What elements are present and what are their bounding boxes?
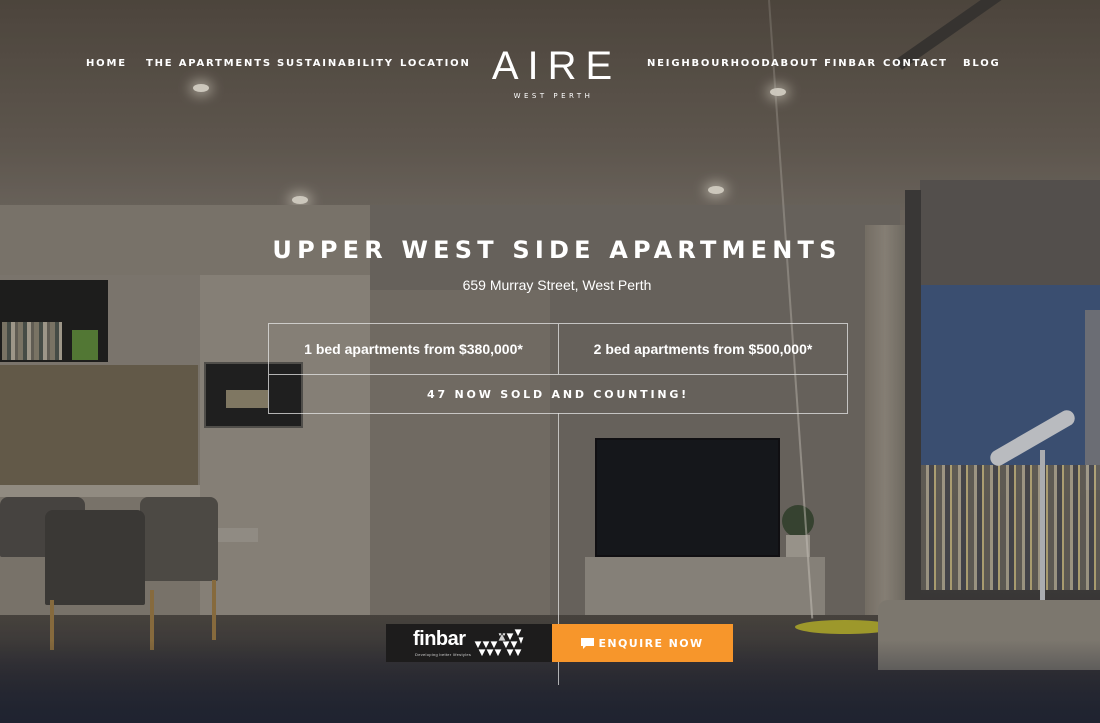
finbar-tagline: Developing better lifestyles <box>415 652 472 657</box>
nav-blog[interactable]: BLOG <box>963 58 1001 69</box>
price-box: 1 bed apartments from $380,000* 2 bed ap… <box>268 323 848 414</box>
enquire-now-button[interactable]: ENQUIRE NOW <box>552 624 733 662</box>
logo-name: AIRE <box>491 44 622 88</box>
main-nav: HOME THE APARTMENTS SUSTAINABILITY LOCAT… <box>0 0 1100 110</box>
enquire-now-label: ENQUIRE NOW <box>598 636 704 650</box>
logo-subtitle: WEST PERTH <box>513 92 594 100</box>
finbar-logo[interactable]: finbar Developing better lifestyles <box>386 624 552 662</box>
sold-banner: 47 NOW SOLD AND COUNTING! <box>269 374 847 414</box>
finbar-triangle-mark-icon <box>474 629 524 657</box>
nav-the-apartments[interactable]: THE APARTMENTS <box>146 58 272 69</box>
hero-title: UPPER WEST SIDE APARTMENTS <box>272 236 842 264</box>
finbar-wordmark: finbar <box>413 628 466 650</box>
price-2-bed: 2 bed apartments from $500,000* <box>593 341 813 357</box>
nav-about-finbar[interactable]: ABOUT FINBAR <box>771 58 877 69</box>
chat-bubble-icon <box>581 637 595 649</box>
nav-sustainability[interactable]: SUSTAINABILITY <box>277 58 394 69</box>
site-logo[interactable]: AIRE WEST PERTH <box>470 44 634 100</box>
hero-address: 659 Murray Street, West Perth <box>462 277 652 293</box>
nav-neighbourhood[interactable]: NEIGHBOURHOOD <box>647 58 772 69</box>
nav-contact[interactable]: CONTACT <box>883 58 948 69</box>
nav-home[interactable]: HOME <box>86 58 127 69</box>
price-1-bed: 1 bed apartments from $380,000* <box>269 324 559 374</box>
nav-location[interactable]: LOCATION <box>400 58 471 69</box>
